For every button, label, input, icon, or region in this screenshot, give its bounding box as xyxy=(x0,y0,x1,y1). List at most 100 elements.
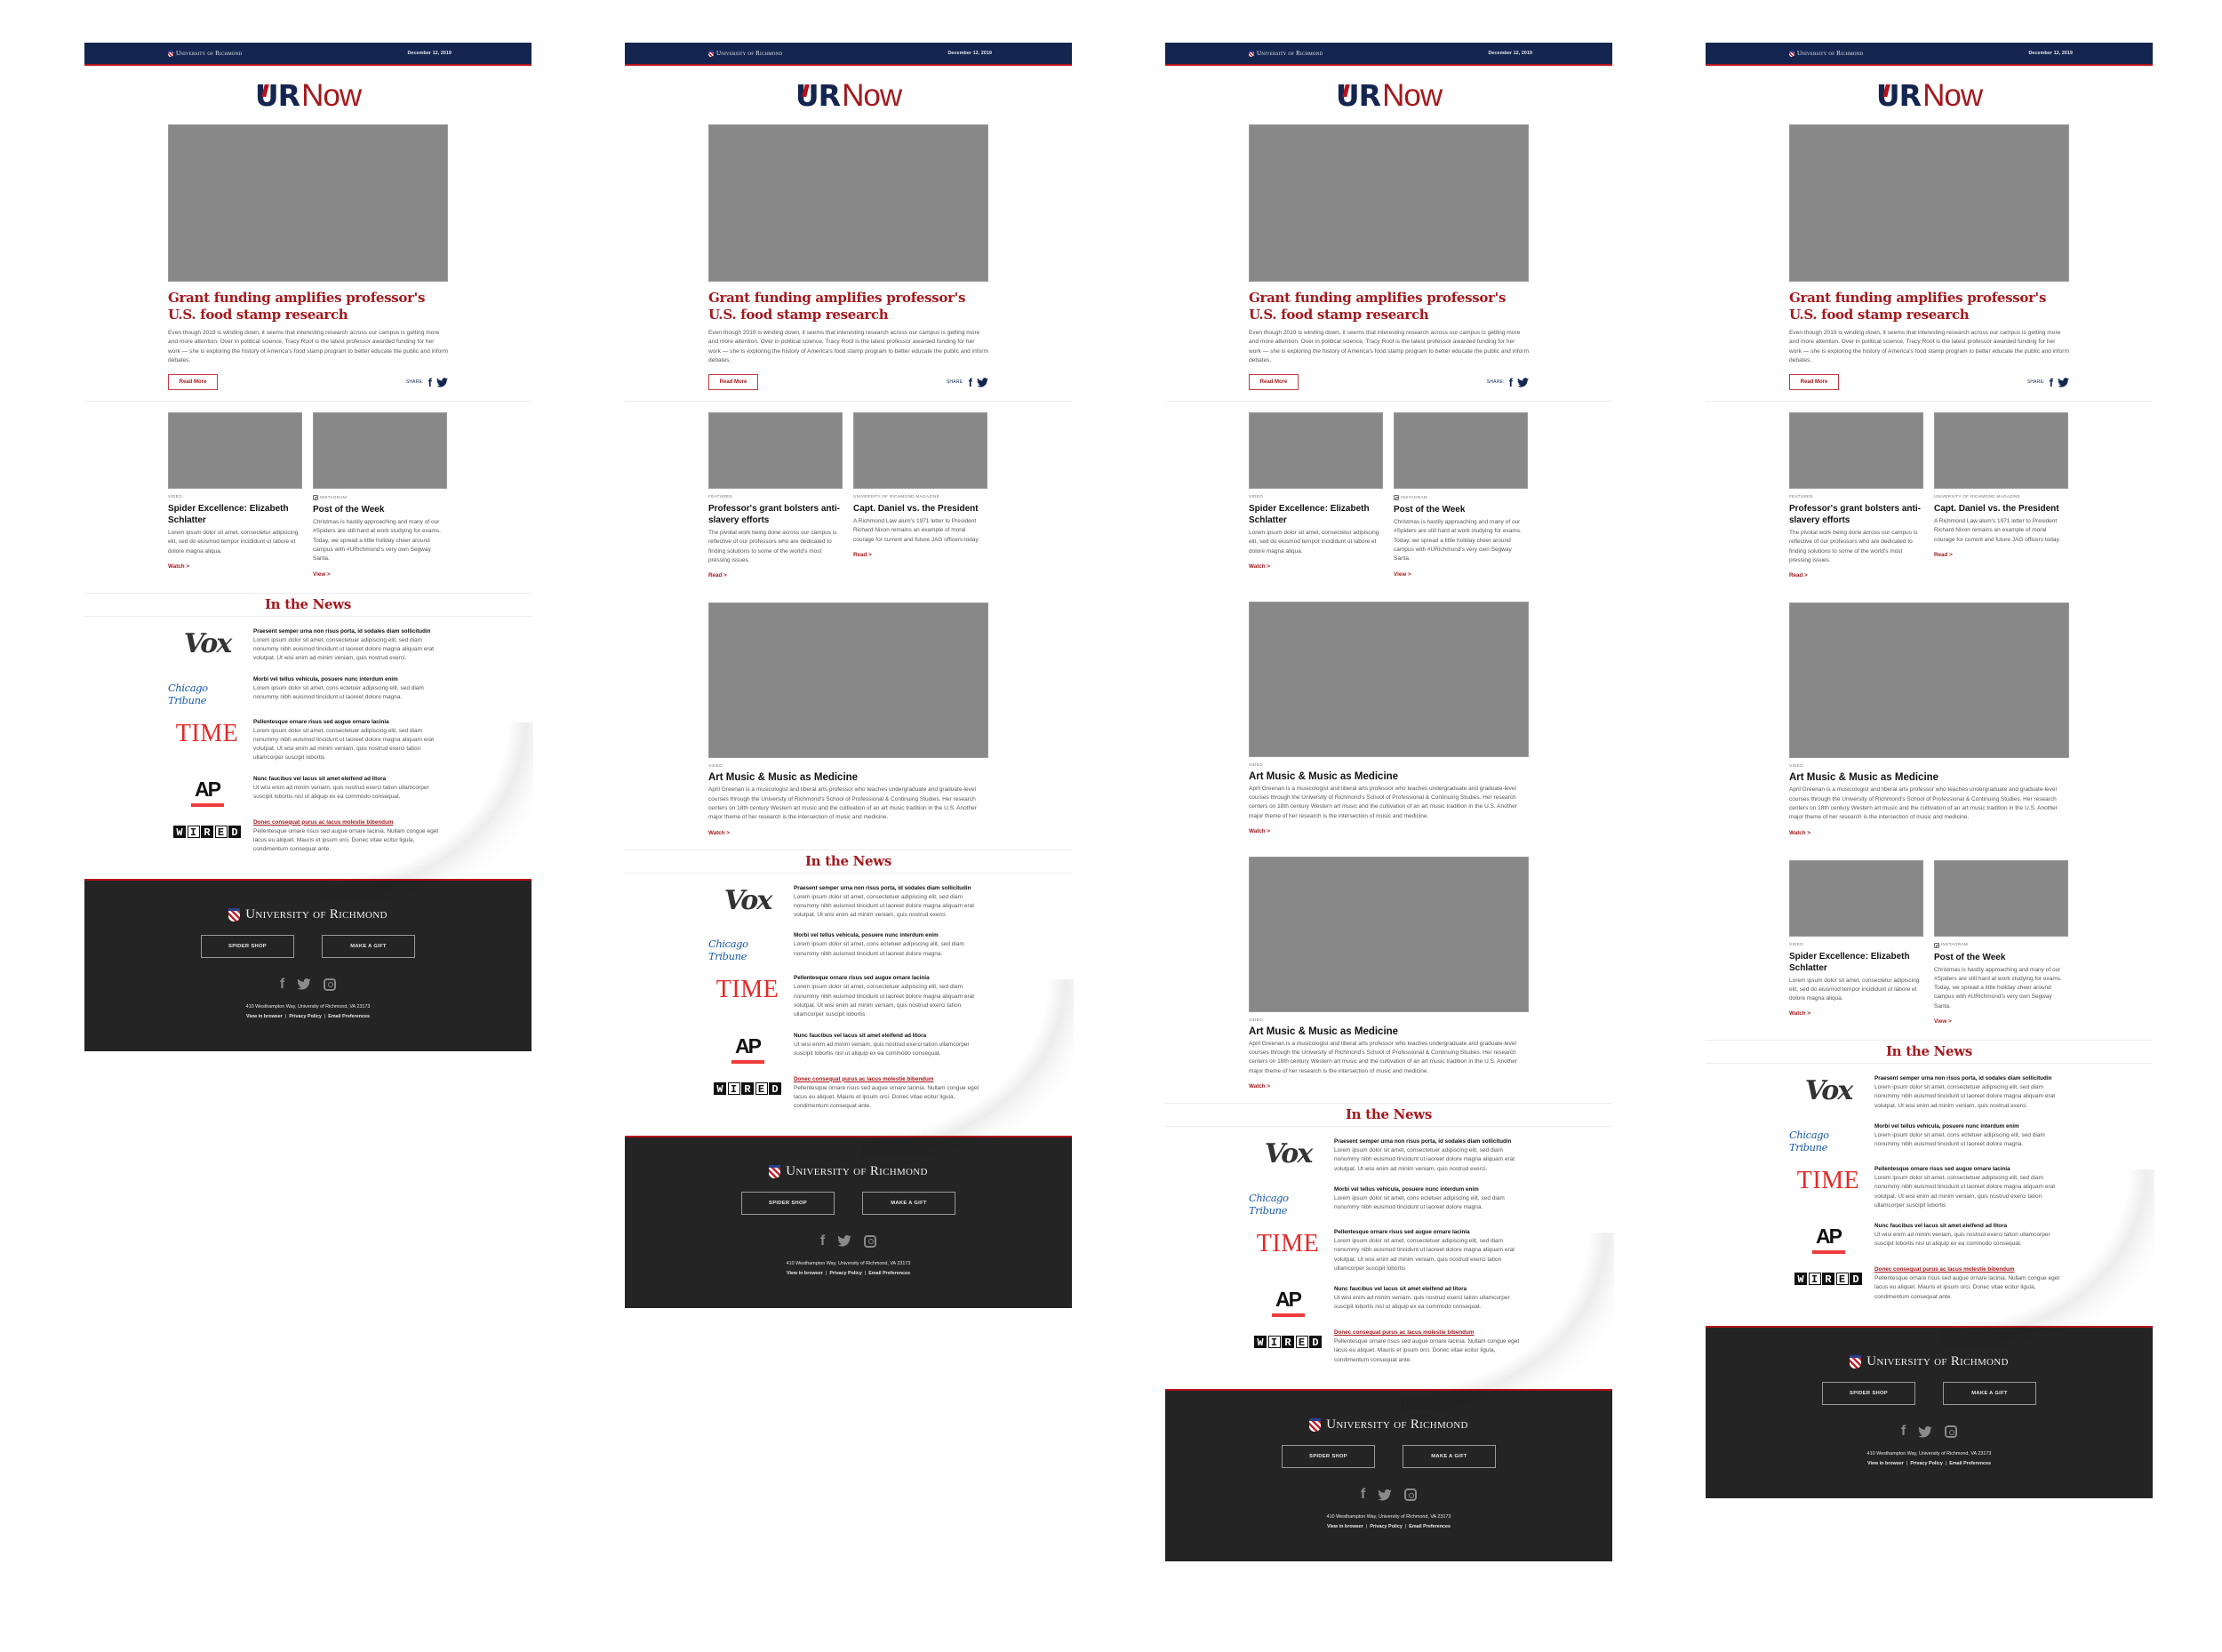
hero-title[interactable]: Grant funding amplifies professor's U.S.… xyxy=(168,290,448,323)
hero-image[interactable] xyxy=(1249,124,1529,282)
news-title[interactable]: Praesent semper urna non risus porta, id… xyxy=(1334,1137,1529,1146)
facebook-icon[interactable]: f xyxy=(2050,377,2053,388)
privacy-policy-link[interactable]: Privacy Policy xyxy=(1910,1461,1943,1466)
twitter-icon[interactable] xyxy=(977,377,988,387)
card-title[interactable]: Spider Excellence: Elizabeth Schlatter xyxy=(1789,951,1923,974)
card-image[interactable] xyxy=(708,412,843,490)
twitter-icon[interactable] xyxy=(1378,1488,1392,1501)
footer-brand[interactable]: University of Richmond xyxy=(1165,1417,1612,1433)
view-in-browser-link[interactable]: View in browser xyxy=(246,1014,283,1019)
card-image[interactable] xyxy=(1934,412,2068,490)
make-a-gift-button[interactable]: MAKE A GIFT xyxy=(1943,1382,2036,1406)
news-title-link[interactable]: Donec consequat purus ac lacus molestie … xyxy=(253,818,448,827)
facebook-icon[interactable]: f xyxy=(1509,377,1513,388)
urnow-logo[interactable]: UR Now xyxy=(1876,80,1983,111)
footer-brand[interactable]: University of Richmond xyxy=(1706,1354,2153,1369)
read-link[interactable]: Read > xyxy=(853,552,872,558)
news-title-link[interactable]: Donec consequat purus ac lacus molestie … xyxy=(1334,1329,1529,1337)
card-image[interactable] xyxy=(1789,412,1923,490)
instagram-icon[interactable] xyxy=(1945,1425,1958,1439)
news-title[interactable]: Morbi vel tellus vehicula, posuere nunc … xyxy=(253,675,448,684)
make-a-gift-button[interactable]: MAKE A GIFT xyxy=(322,934,415,958)
view-link[interactable]: View > xyxy=(313,571,331,578)
watch-link[interactable]: Watch > xyxy=(708,830,730,836)
news-title[interactable]: Praesent semper urna non risus porta, id… xyxy=(1874,1074,2069,1083)
hero-title[interactable]: Grant funding amplifies professor's U.S.… xyxy=(1249,290,1529,323)
facebook-icon[interactable]: f xyxy=(1361,1488,1365,1502)
news-title[interactable]: Nunc faucibus vel lacus sit amet eleifen… xyxy=(1874,1222,2069,1231)
privacy-policy-link[interactable]: Privacy Policy xyxy=(289,1014,322,1019)
facebook-icon[interactable]: f xyxy=(969,377,972,388)
top-brand[interactable]: University of Richmond xyxy=(1789,50,1863,57)
watch-link[interactable]: Watch > xyxy=(1249,563,1270,570)
view-in-browser-link[interactable]: View in browser xyxy=(1867,1461,1904,1466)
spider-shop-button[interactable]: SPIDER SHOP xyxy=(1822,1382,1915,1406)
spider-shop-button[interactable]: SPIDER SHOP xyxy=(741,1191,835,1215)
watch-link[interactable]: Watch > xyxy=(1249,828,1270,834)
news-title-link[interactable]: Donec consequat purus ac lacus molestie … xyxy=(794,1075,988,1084)
facebook-icon[interactable]: f xyxy=(428,377,432,388)
news-title[interactable]: Pellentesque ornare risus sed augue orna… xyxy=(253,718,448,727)
read-link[interactable]: Read > xyxy=(1789,572,1808,579)
make-a-gift-button[interactable]: MAKE A GIFT xyxy=(1403,1445,1496,1469)
card-image[interactable] xyxy=(853,412,987,490)
read-more-button[interactable]: Read More xyxy=(1789,374,1839,391)
view-in-browser-link[interactable]: View in browser xyxy=(1327,1524,1363,1529)
read-more-button[interactable]: Read More xyxy=(1249,374,1299,391)
card-title[interactable]: Post of the Week xyxy=(1394,504,1528,515)
twitter-icon[interactable] xyxy=(1517,377,1529,387)
hero-title[interactable]: Grant funding amplifies professor's U.S.… xyxy=(1789,290,2069,323)
twitter-icon[interactable] xyxy=(837,1235,851,1247)
feature-video-image[interactable] xyxy=(1789,603,2069,759)
urnow-logo[interactable]: UR Now xyxy=(1336,80,1443,111)
urnow-logo[interactable]: UR Now xyxy=(795,80,902,111)
twitter-icon[interactable] xyxy=(2058,377,2069,387)
hero-image[interactable] xyxy=(168,124,448,282)
watch-link[interactable]: Watch > xyxy=(1789,1010,1810,1017)
feature-video-image[interactable] xyxy=(708,603,988,759)
watch-link[interactable]: Watch > xyxy=(168,563,189,570)
card-title[interactable]: Professor's grant bolsters anti-slavery … xyxy=(708,503,843,526)
card-title[interactable]: Spider Excellence: Elizabeth Schlatter xyxy=(168,503,302,526)
card-title[interactable]: Professor's grant bolsters anti-slavery … xyxy=(1789,503,1923,526)
twitter-icon[interactable] xyxy=(297,978,311,990)
card-image[interactable] xyxy=(313,412,447,490)
news-title[interactable]: Morbi vel tellus vehicula, posuere nunc … xyxy=(794,931,988,940)
instagram-icon[interactable] xyxy=(864,1234,877,1248)
footer-brand[interactable]: University of Richmond xyxy=(84,907,532,922)
instagram-icon[interactable] xyxy=(324,978,337,991)
news-title[interactable]: Nunc faucibus vel lacus sit amet eleifen… xyxy=(1334,1285,1529,1294)
read-link[interactable]: Read > xyxy=(1934,552,1953,558)
view-in-browser-link[interactable]: View in browser xyxy=(787,1271,823,1276)
privacy-policy-link[interactable]: Privacy Policy xyxy=(829,1271,862,1276)
news-title[interactable]: Pellentesque ornare risus sed augue orna… xyxy=(1874,1165,2069,1174)
feature-video-image[interactable] xyxy=(1249,856,1529,1012)
view-link[interactable]: View > xyxy=(1394,571,1411,578)
instagram-icon[interactable] xyxy=(1404,1488,1418,1502)
news-title[interactable]: Pellentesque ornare risus sed augue orna… xyxy=(1334,1228,1529,1237)
hero-image[interactable] xyxy=(1789,124,2069,282)
facebook-icon[interactable]: f xyxy=(820,1233,825,1249)
news-title[interactable]: Nunc faucibus vel lacus sit amet eleifen… xyxy=(253,775,448,784)
facebook-icon[interactable]: f xyxy=(280,977,284,992)
read-more-button[interactable]: Read More xyxy=(708,374,758,391)
top-brand[interactable]: University of Richmond xyxy=(708,50,782,57)
news-title[interactable]: Praesent semper urna non risus porta, id… xyxy=(794,884,988,893)
feature-title[interactable]: Art Music & Music as Medicine xyxy=(1249,771,1529,782)
card-title[interactable]: Post of the Week xyxy=(313,504,447,515)
news-title[interactable]: Praesent semper urna non risus porta, id… xyxy=(253,627,448,636)
read-more-button[interactable]: Read More xyxy=(168,374,218,391)
card-image[interactable] xyxy=(1789,859,1923,937)
twitter-icon[interactable] xyxy=(1918,1425,1932,1438)
news-title[interactable]: Nunc faucibus vel lacus sit amet eleifen… xyxy=(794,1032,988,1041)
email-preferences-link[interactable]: Email Preferences xyxy=(868,1271,910,1276)
view-link[interactable]: View > xyxy=(1934,1018,1952,1025)
card-image[interactable] xyxy=(1249,412,1383,490)
news-title[interactable]: Morbi vel tellus vehicula, posuere nunc … xyxy=(1334,1185,1529,1194)
watch-link[interactable]: Watch > xyxy=(1249,1083,1270,1089)
make-a-gift-button[interactable]: MAKE A GIFT xyxy=(862,1191,955,1215)
hero-title[interactable]: Grant funding amplifies professor's U.S.… xyxy=(708,290,988,323)
email-preferences-link[interactable]: Email Preferences xyxy=(328,1014,370,1019)
feature-title[interactable]: Art Music & Music as Medicine xyxy=(708,772,988,783)
spider-shop-button[interactable]: SPIDER SHOP xyxy=(201,934,294,958)
